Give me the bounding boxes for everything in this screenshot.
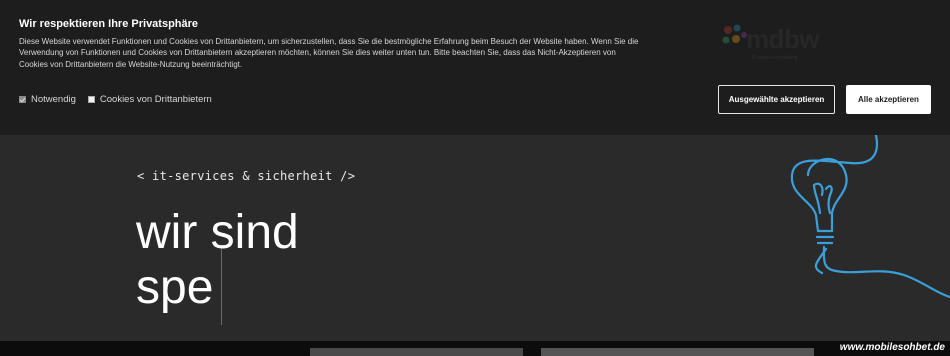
hero-headline: wir sind spe: [136, 205, 299, 315]
company-logo: mdbw IT-service consulting: [718, 12, 820, 70]
necessary-label: Notwendig: [31, 94, 76, 105]
cookie-description: Diese Website verwendet Funktionen und C…: [19, 37, 639, 69]
headline-line-1: wir sind: [136, 206, 299, 259]
option-necessary[interactable]: Notwendig: [19, 94, 76, 105]
preview-image-1: [310, 348, 523, 356]
logo-subtitle: IT-service consulting: [752, 55, 798, 61]
logo-mark-icon: [722, 24, 747, 44]
option-third-party[interactable]: Cookies von Drittanbietern: [87, 94, 212, 105]
headline-line-2: spe: [136, 261, 214, 314]
logo-word: mdbw: [746, 24, 820, 54]
bottom-strip: www.mobilesohbet.de: [0, 341, 950, 356]
accept-selected-button[interactable]: Ausgewählte akzeptieren: [718, 85, 835, 114]
cookie-banner: Wir respektieren Ihre Privatsphäre Diese…: [0, 0, 950, 135]
accept-all-button[interactable]: Alle akzeptieren: [846, 85, 931, 114]
lightbulb-icon: [790, 135, 950, 299]
hero-section: < it-services & sicherheit /> wir sind s…: [0, 135, 950, 341]
cookie-title: Wir respektieren Ihre Privatsphäre: [19, 18, 199, 30]
third-party-checkbox[interactable]: [87, 96, 95, 103]
typing-cursor: [221, 249, 222, 325]
watermark: www.mobilesohbet.de: [839, 342, 945, 353]
necessary-checkbox[interactable]: [19, 96, 26, 103]
preview-image-2: [541, 348, 814, 356]
hero-tagline: < it-services & sicherheit />: [137, 169, 356, 183]
third-party-label: Cookies von Drittanbietern: [99, 94, 212, 105]
cookie-options: Notwendig Cookies von Drittanbietern: [19, 94, 224, 105]
